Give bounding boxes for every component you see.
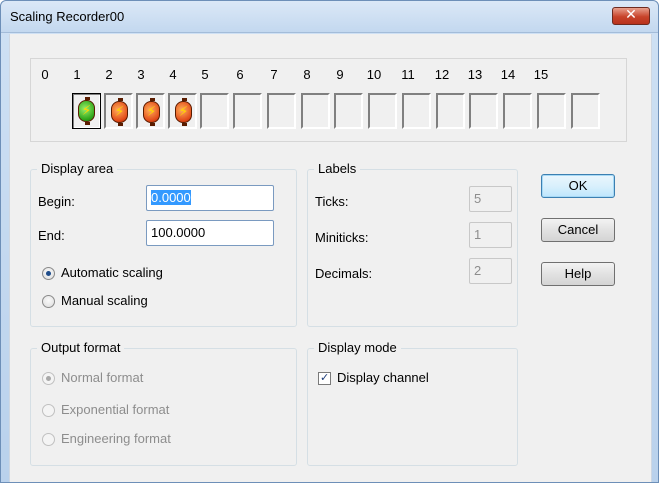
channel-button-6[interactable] xyxy=(267,93,296,129)
channel-button-8[interactable] xyxy=(334,93,363,129)
recorder-channel-icon: ⚡ xyxy=(175,98,192,126)
recorder-channel-icon: ⚡ xyxy=(111,98,128,126)
ticks-value: 5 xyxy=(474,191,482,206)
ok-button[interactable]: OK xyxy=(541,174,615,198)
channel-label-8: 8 xyxy=(303,67,311,82)
manual-scaling-label[interactable]: Manual scaling xyxy=(61,293,148,308)
channel-label-14: 14 xyxy=(500,67,516,82)
display-area-title: Display area xyxy=(37,161,118,176)
display-channel-checkbox[interactable]: ✓ xyxy=(318,372,331,385)
normal-format-label[interactable]: Normal format xyxy=(61,370,143,385)
channel-label-12: 12 xyxy=(434,67,450,82)
channel-label-15: 15 xyxy=(533,67,549,82)
channel-label-9: 9 xyxy=(336,67,344,82)
channel-label-10: 10 xyxy=(366,67,382,82)
automatic-scaling-radio[interactable] xyxy=(42,267,55,280)
checkmark-icon: ✓ xyxy=(320,372,330,384)
channel-button-12[interactable] xyxy=(469,93,498,129)
channel-label-3: 3 xyxy=(137,67,145,82)
display-channel-label[interactable]: Display channel xyxy=(337,370,429,385)
channel-button-15[interactable] xyxy=(571,93,600,129)
display-mode-title: Display mode xyxy=(314,340,401,355)
miniticks-field[interactable]: 1 xyxy=(469,222,512,248)
channel-selector: 0 1 2 3 4 5 6 7 8 9 10 11 12 13 14 15 ⚡ … xyxy=(30,58,627,142)
exponential-format-label[interactable]: Exponential format xyxy=(61,402,169,417)
engineering-format-radio[interactable] xyxy=(42,433,55,446)
recorder-channel-icon: ⚡ xyxy=(143,98,160,126)
channel-label-13: 13 xyxy=(467,67,483,82)
channel-label-5: 5 xyxy=(201,67,209,82)
begin-label: Begin: xyxy=(38,194,75,209)
begin-value: 0.0000 xyxy=(151,190,191,205)
help-button[interactable]: Help xyxy=(541,262,615,286)
channel-button-9[interactable] xyxy=(368,93,397,129)
end-value: 100.0000 xyxy=(151,225,206,240)
end-label: End: xyxy=(38,228,65,243)
channel-button-0[interactable]: ⚡ xyxy=(72,93,101,129)
decimals-value: 2 xyxy=(474,263,482,278)
channel-label-1: 1 xyxy=(73,67,81,82)
channel-button-4[interactable] xyxy=(200,93,229,129)
end-field[interactable]: 100.0000 xyxy=(146,220,274,246)
channel-button-11[interactable] xyxy=(436,93,465,129)
close-icon: ✕ xyxy=(625,7,637,23)
channel-button-10[interactable] xyxy=(402,93,431,129)
engineering-format-label[interactable]: Engineering format xyxy=(61,431,171,446)
channel-button-14[interactable] xyxy=(537,93,566,129)
channel-label-4: 4 xyxy=(169,67,177,82)
channel-button-2[interactable]: ⚡ xyxy=(136,93,165,129)
dialog-client-area: 0 1 2 3 4 5 6 7 8 9 10 11 12 13 14 15 ⚡ … xyxy=(9,34,652,482)
channel-label-7: 7 xyxy=(270,67,278,82)
title-bar[interactable]: Scaling Recorder00 ✕ xyxy=(1,1,658,33)
channel-button-5[interactable] xyxy=(233,93,262,129)
labels-title: Labels xyxy=(314,161,361,176)
decimals-label: Decimals: xyxy=(315,266,373,281)
dialog-window: Scaling Recorder00 ✕ 0 1 2 3 4 5 6 7 8 9… xyxy=(0,0,659,483)
channel-label-11: 11 xyxy=(401,67,415,82)
begin-field[interactable]: 0.0000 xyxy=(146,185,274,211)
channel-button-13[interactable] xyxy=(503,93,532,129)
recorder-channel-icon: ⚡ xyxy=(78,97,95,125)
close-button[interactable]: ✕ xyxy=(612,7,650,25)
channel-button-7[interactable] xyxy=(301,93,330,129)
channel-label-0: 0 xyxy=(41,67,49,82)
channel-button-1[interactable]: ⚡ xyxy=(104,93,133,129)
window-title: Scaling Recorder00 xyxy=(10,9,125,24)
normal-format-radio[interactable] xyxy=(42,372,55,385)
manual-scaling-radio[interactable] xyxy=(42,295,55,308)
miniticks-label: Miniticks: xyxy=(315,230,369,245)
channel-label-6: 6 xyxy=(236,67,244,82)
channel-label-2: 2 xyxy=(105,67,113,82)
automatic-scaling-label[interactable]: Automatic scaling xyxy=(61,265,163,280)
ticks-field[interactable]: 5 xyxy=(469,186,512,212)
channel-button-3[interactable]: ⚡ xyxy=(168,93,197,129)
miniticks-value: 1 xyxy=(474,227,482,242)
exponential-format-radio[interactable] xyxy=(42,404,55,417)
ticks-label: Ticks: xyxy=(315,194,349,209)
decimals-field[interactable]: 2 xyxy=(469,258,512,284)
output-format-title: Output format xyxy=(37,340,125,355)
display-mode-group: Display mode xyxy=(307,340,518,466)
cancel-button[interactable]: Cancel xyxy=(541,218,615,242)
